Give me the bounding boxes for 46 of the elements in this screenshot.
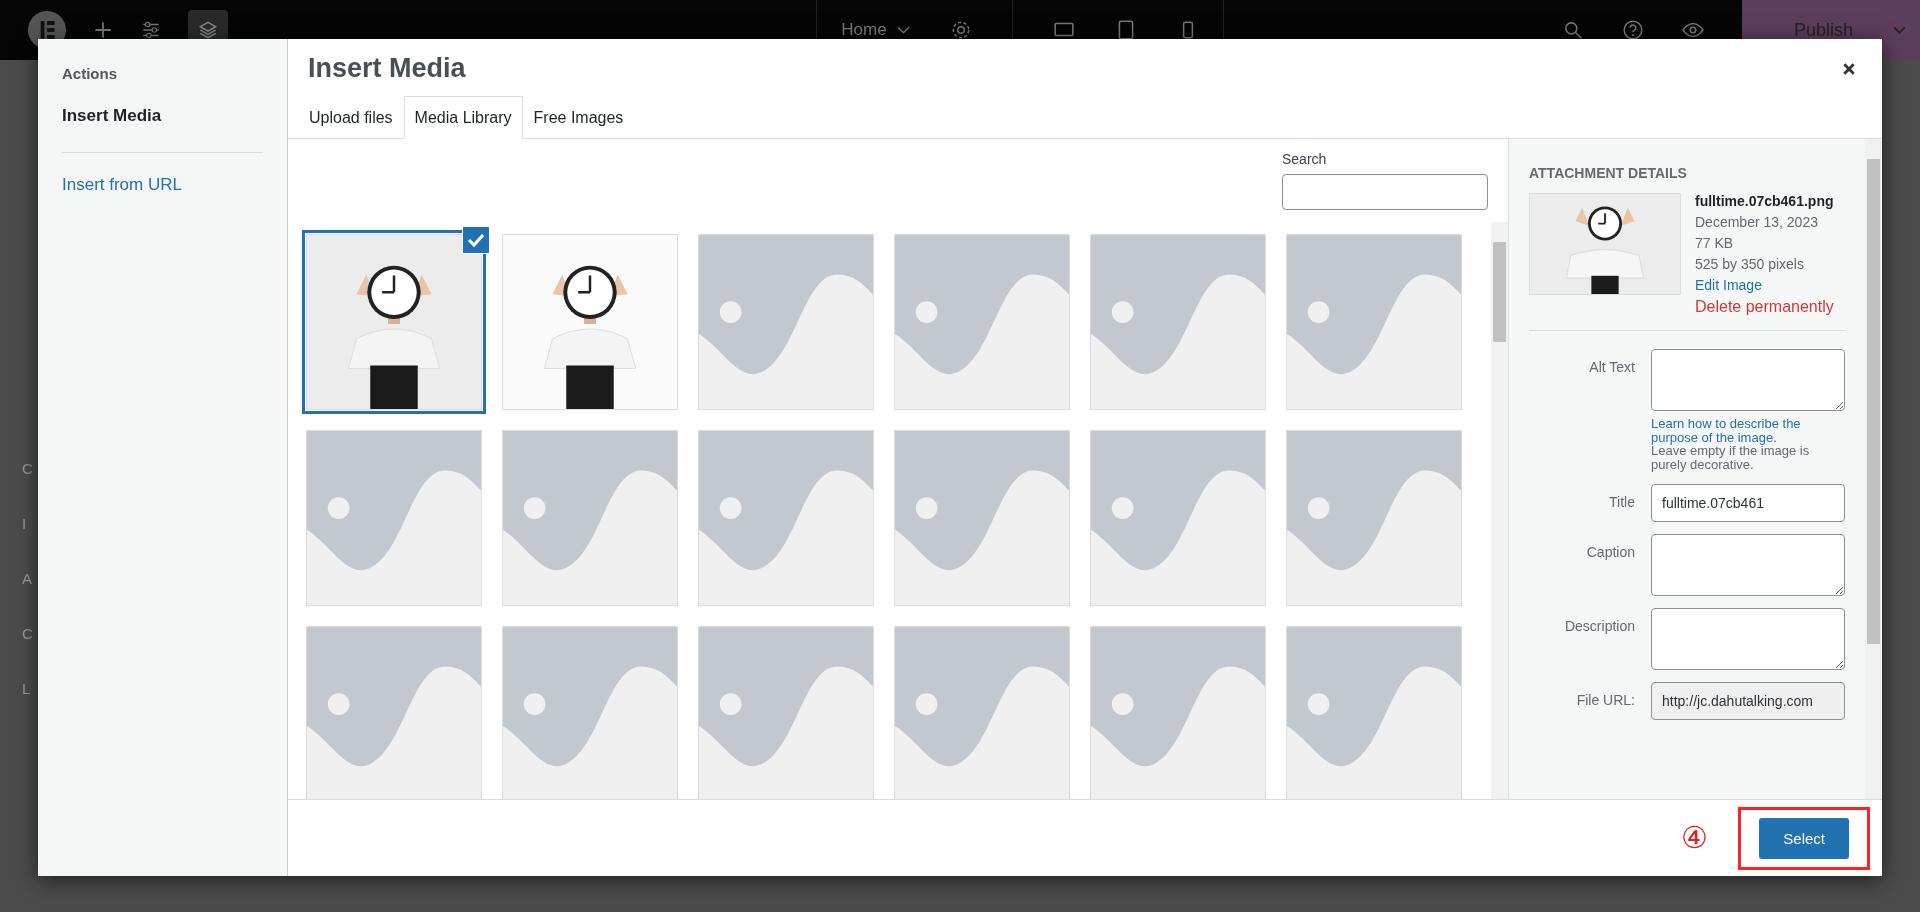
sliders-icon[interactable] [140,19,162,41]
panel-label: C [22,460,33,477]
field-label: File URL: [1575,690,1635,710]
text-area[interactable] [1651,607,1845,670]
field-label: Alt Text [1588,358,1635,377]
sidebar-item[interactable]: Insert from URL [62,175,182,199]
field-label: Title [1608,492,1635,512]
dialog-title: Insert Media [308,53,466,84]
delete-link[interactable]: Delete permanently [1695,298,1834,316]
url-field[interactable]: http://jc.dahutalking.com [1651,681,1845,720]
scrollbar[interactable] [1865,139,1882,799]
text-area[interactable] [1651,533,1845,596]
panel-label: I [22,515,27,532]
help-text: Learn how to describe the purpose of the image. Leave empty if the image is purely decorative. [1651,417,1845,472]
panel-label: L [22,680,31,697]
caret-icon [1893,25,1906,35]
field-label: Caption [1585,542,1635,562]
layers-icon [197,19,219,41]
panel-label: C [22,625,33,642]
sidebar-heading: Actions [62,65,117,82]
upload-date: December 13, 2023 [1695,214,1818,230]
search-label: Search [1282,151,1327,167]
panel-label: A [22,570,32,587]
checkmark-icon[interactable] [462,226,490,254]
sidebar-item[interactable]: Insert Media [62,106,162,130]
input-field[interactable]: fulltime.07cb461 [1651,483,1845,522]
scrollbar[interactable] [1491,222,1508,799]
image-dimensions: 525 by 350 pixels [1695,256,1804,272]
file-name: fulltime.07cb461.png [1695,193,1834,209]
text-area[interactable] [1651,349,1845,411]
search-field[interactable] [1282,174,1488,210]
select-button[interactable]: Select [1759,817,1849,859]
caret-icon [896,25,910,35]
tab[interactable]: Free Images [522,96,635,139]
field-label: Description [1563,616,1635,636]
close-icon[interactable] [1842,61,1856,76]
tab[interactable]: Media Library [403,96,523,139]
tab[interactable]: Upload files [298,96,404,139]
help-link[interactable]: Learn how to describe the purpose of the image. [1651,417,1845,445]
plus-icon[interactable] [92,19,114,41]
help-icon[interactable] [1621,19,1644,41]
step-marker: ④ [1681,823,1709,853]
file-size: 77 KB [1695,235,1734,251]
page-dropdown[interactable]: Home [841,20,910,40]
details-heading: ATTACHMENT DETAILS [1529,165,1688,181]
edit-image-link[interactable]: Edit Image [1695,277,1762,293]
